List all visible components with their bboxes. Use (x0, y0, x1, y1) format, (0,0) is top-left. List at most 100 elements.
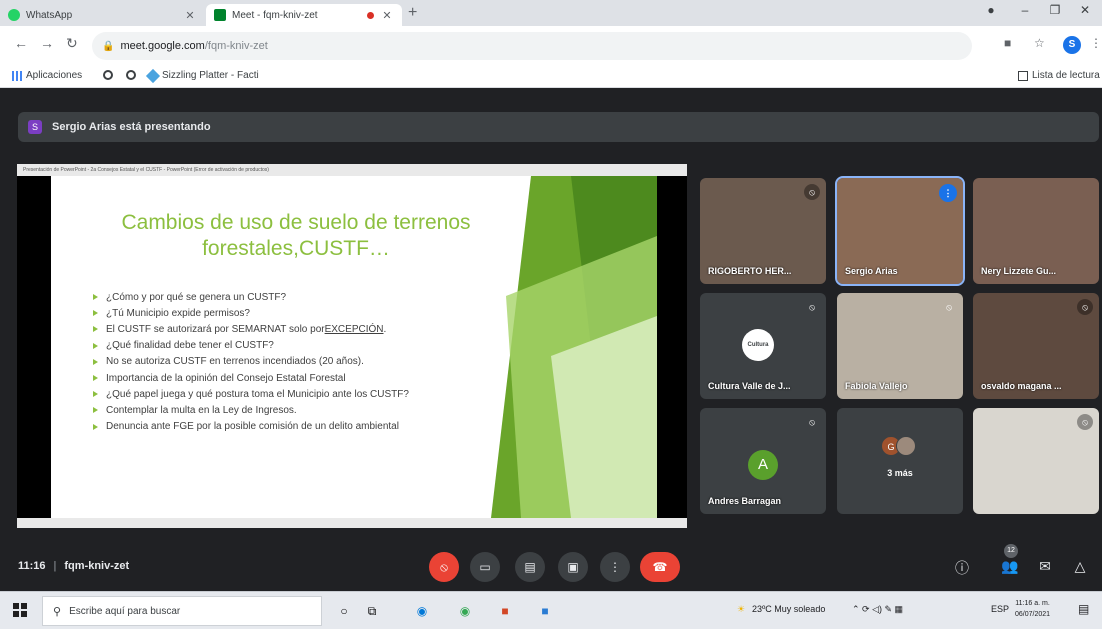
cortana-icon[interactable]: ○ (334, 601, 354, 621)
windows-taskbar: ⚲ Escribe aquí para buscar ○ ⧉ ◉ ◉ ■ ■ ☀… (0, 591, 1102, 629)
input-language[interactable]: ESP (991, 604, 1009, 614)
bookmark-star-icon[interactable]: ☆ (1034, 36, 1045, 50)
mic-off-icon: ⦸ (809, 417, 815, 427)
separator: | (53, 560, 57, 572)
bookmark-label: Aplicaciones (26, 70, 83, 81)
bookmark-apps[interactable]: Aplicaciones (12, 70, 82, 81)
chrome-menu-icon[interactable]: ⋮ (1090, 36, 1102, 50)
tab-whatsapp[interactable]: WhatsApp ✕ (0, 4, 205, 26)
present-screen-button[interactable]: ▣ (558, 552, 588, 582)
participant-tile[interactable]: ⦸ A Andres Barragan (700, 408, 826, 514)
maximize-button[interactable]: ❐ (1042, 3, 1068, 17)
notifications-icon[interactable]: ▤ (1078, 602, 1089, 616)
url-path: /fqm-kniv-zet (204, 40, 268, 52)
participant-name: Sergio Arias (845, 266, 898, 276)
close-window-button[interactable]: ✕ (1072, 3, 1098, 17)
lock-icon: 🔒 (102, 40, 115, 52)
reading-list-button[interactable]: Lista de lectura (1018, 70, 1100, 81)
mic-off-icon: ⦸ (1077, 414, 1093, 430)
participant-count-badge: 12 (1004, 544, 1018, 558)
reload-button[interactable]: ↻ (66, 35, 78, 52)
bullet-arrow-icon (93, 310, 98, 317)
bookmark-label: Sizzling Platter - Facti (162, 70, 259, 81)
chrome-icon[interactable]: ◉ (455, 601, 475, 621)
people-button[interactable]: 👥 (1000, 558, 1020, 575)
powerpoint-icon[interactable]: ■ (495, 601, 515, 621)
apps-grid-icon (12, 70, 22, 81)
participant-tile[interactable]: ⦸ osvaldo magana ... (973, 293, 1099, 399)
bookmark-sizzling[interactable]: Sizzling Platter - Facti (145, 68, 259, 83)
slide-bullet: ¿Qué papel juega y qué postura toma el M… (93, 386, 409, 402)
clock-date: 06/07/2021 (1015, 611, 1051, 618)
slide-bullet: Importancia de la opinión del Consejo Es… (93, 370, 409, 386)
back-button[interactable]: ← (14, 35, 28, 51)
more-options-button[interactable]: ⋮ (600, 552, 630, 582)
forward-button[interactable]: → (40, 35, 54, 51)
participant-tile[interactable]: ⦸ Cultura Cultura Valle de J... (700, 293, 826, 399)
slide-bullet: No se autoriza CUSTF en terrenos incendi… (93, 354, 409, 370)
browser-tab-strip: WhatsApp ✕ Meet - fqm-kniv-zet ✕ + ● – ❐… (0, 0, 1102, 26)
more-participants-label: 3 más (887, 468, 913, 478)
meet-stage: S Sergio Arias está presentando Presenta… (0, 88, 1102, 591)
task-view-icon[interactable]: ⧉ (362, 601, 382, 621)
participant-name: Cultura Valle de J... (708, 381, 791, 391)
address-bar[interactable]: 🔒 meet.google.com /fqm-kniv-zet (92, 32, 972, 60)
close-tab-icon[interactable]: ✕ (380, 9, 394, 22)
bookmark-site-2[interactable] (126, 70, 140, 80)
activities-button[interactable]: △ (1070, 558, 1090, 575)
presenting-text: Sergio Arias está presentando (52, 121, 211, 133)
presentation-slide: Cambios de uso de suelo de terrenos fore… (51, 176, 657, 518)
tab-title: Meet - fqm-kniv-zet (232, 9, 318, 21)
participant-name: Nery Lizzete Gu... (981, 266, 1057, 276)
minimize-button[interactable]: – (1012, 3, 1038, 17)
tab-title: WhatsApp (26, 9, 73, 21)
tray-icons[interactable]: ⌃ ⟳ ◁) ✎ ▦ (852, 604, 903, 615)
browser-toolbar: ← → ↻ 🔒 meet.google.com /fqm-kniv-zet ■ … (0, 26, 1102, 66)
participant-tile[interactable]: Nery Lizzete Gu... (973, 178, 1099, 284)
leave-call-button[interactable]: ☎ (640, 552, 680, 582)
bullet-arrow-icon (93, 375, 98, 382)
mic-off-icon: ⦸ (804, 184, 820, 200)
word-icon[interactable]: ■ (535, 601, 555, 621)
camera-in-use-icon[interactable]: ■ (1004, 36, 1011, 50)
presenting-banner: S Sergio Arias está presentando (18, 112, 1099, 142)
slide-bullets: ¿Cómo y por qué se genera un CUSTF? ¿Tú … (93, 289, 409, 435)
edge-icon[interactable]: ◉ (412, 601, 432, 621)
speaking-indicator-icon: ⋮ (939, 184, 957, 202)
chat-button[interactable]: ✉ (1035, 558, 1055, 575)
captions-button[interactable]: ▤ (515, 552, 545, 582)
url-domain: meet.google.com (120, 40, 205, 52)
participant-tile[interactable]: ⦸ Fabiola Vallejo (837, 293, 963, 399)
slide-bullet: Denuncia ante FGE por la posible comisió… (93, 419, 409, 435)
bullet-arrow-icon (93, 358, 98, 365)
close-tab-icon[interactable]: ✕ (183, 9, 197, 22)
recording-dot-icon (367, 11, 374, 19)
slide-bullet: ¿Cómo y por qué se genera un CUSTF? (93, 289, 409, 305)
meeting-details-button[interactable]: ⓘ (952, 558, 972, 578)
slide-title: Cambios de uso de suelo de terrenos fore… (121, 211, 471, 260)
chrome-account-icon[interactable]: ● (978, 3, 1004, 17)
tab-meet[interactable]: Meet - fqm-kniv-zet ✕ (206, 4, 402, 26)
participant-tile[interactable]: ⦸ RIGOBERTO HER... (700, 178, 826, 284)
taskbar-search-box[interactable]: ⚲ Escribe aquí para buscar (42, 596, 322, 626)
participant-avatar (896, 436, 916, 456)
participant-tile[interactable]: ⦸ (973, 408, 1099, 514)
taskbar-clock[interactable]: 11:16 a. m. 06/07/2021 (1015, 598, 1050, 620)
weather-text[interactable]: 23ºC Muy soleado (752, 604, 825, 614)
bullet-arrow-icon (93, 423, 98, 430)
participant-name: osvaldo magana ... (981, 381, 1062, 391)
powerpoint-title-bar: Presentación de PowerPoint - 2a Consejos… (17, 164, 687, 176)
profile-avatar[interactable]: S (1063, 36, 1081, 54)
bookmark-site-1[interactable] (103, 70, 117, 80)
bullet-arrow-icon (93, 391, 98, 398)
new-tab-button[interactable]: + (408, 4, 417, 22)
reading-list-icon (1018, 70, 1028, 81)
microphone-toggle-button[interactable]: ⦸ (429, 552, 459, 582)
windows-start-icon[interactable] (13, 603, 27, 617)
more-participants-tile[interactable]: G 3 más (837, 408, 963, 514)
meet-icon (214, 9, 226, 21)
bullet-arrow-icon (93, 326, 98, 333)
camera-toggle-button[interactable]: ▭ (470, 552, 500, 582)
participant-tile[interactable]: ⋮ Sergio Arias (835, 176, 965, 286)
bullet-arrow-icon (93, 294, 98, 301)
